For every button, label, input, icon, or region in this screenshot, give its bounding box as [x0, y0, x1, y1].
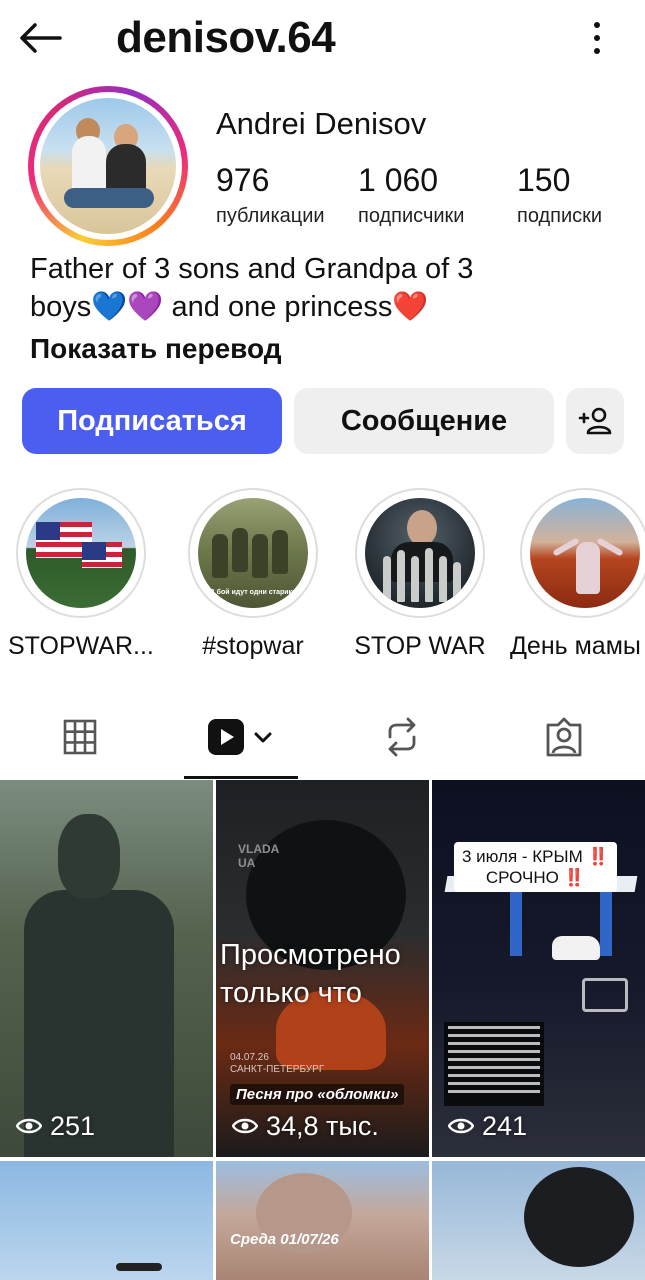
view-count: 34,8 тыс.	[232, 1110, 379, 1142]
bio: Father of 3 sons and Grandpa of 3 boys💙💜…	[30, 250, 630, 326]
video-date-text: 04.07.26 САНКТ-ПЕТЕРБУРГ	[230, 1052, 325, 1075]
view-count: 251	[16, 1110, 95, 1142]
posts-count-label: публикации	[216, 205, 325, 227]
tab-posts[interactable]	[40, 706, 120, 768]
highlight-label: STOPWAR...	[8, 632, 154, 660]
view-count-value: 241	[482, 1111, 528, 1141]
tab-reposts[interactable]	[362, 706, 442, 768]
highlight-cover	[26, 498, 136, 608]
follow-button[interactable]: Подписаться	[22, 388, 282, 454]
repost-icon	[388, 717, 416, 757]
song-title: Песня про «обломки»	[230, 1084, 405, 1105]
add-user-icon	[578, 407, 612, 435]
highlight-label: День мамы	[510, 632, 641, 660]
highlight-caption: В бой идут одни старики	[209, 589, 297, 596]
recently-viewed-label: Просмотрено только что	[220, 939, 401, 1009]
highlight-label: STOP WAR	[354, 632, 486, 660]
arrow-left-icon	[20, 23, 62, 53]
view-count-value: 251	[50, 1111, 96, 1141]
news-headline: 3 июля - КРЫМ ‼️ СРОЧНО ‼️	[454, 842, 617, 892]
more-options-button[interactable]	[587, 18, 607, 58]
tagged-icon	[546, 717, 582, 757]
active-tab-indicator	[184, 776, 298, 779]
embedded-post-text	[444, 1022, 544, 1106]
posts-count-value: 976	[216, 162, 270, 198]
more-vertical-icon	[594, 22, 600, 28]
followers-count-label: подписчики	[358, 205, 465, 227]
video-date-label: Среда 01/07/26	[230, 1231, 339, 1248]
avatar	[40, 98, 176, 234]
reel-thumbnail[interactable]: VLADA UA Просмотрено только что 04.07.26…	[216, 780, 429, 1157]
followers-count[interactable]: 1 060 подписчики	[358, 160, 464, 230]
reel-thumbnail[interactable]: 3 июля - КРЫМ ‼️ СРОЧНО ‼️ 241	[432, 780, 645, 1157]
highlight-cover: В бой идут одни старики	[198, 498, 308, 608]
bio-line: Father of 3 sons and Grandpa of 3	[30, 253, 474, 285]
following-count-label: подписки	[517, 205, 603, 227]
profile-tabs	[0, 706, 645, 779]
profile-username: denisov.64	[116, 13, 336, 62]
view-count: 241	[448, 1110, 527, 1142]
reel-thumbnail[interactable]: Среда 01/07/26	[216, 1161, 429, 1280]
reel-thumbnail[interactable]: 251	[0, 780, 213, 1157]
tab-tagged[interactable]	[524, 706, 604, 768]
bio-line: boys💙💜 and one princess❤️	[30, 291, 429, 323]
grid-icon	[63, 719, 97, 755]
eye-icon	[448, 1118, 474, 1134]
eye-icon	[232, 1118, 258, 1134]
avatar-story-ring[interactable]	[28, 86, 188, 246]
followers-count-value: 1 060	[358, 162, 439, 198]
view-count-value: 34,8 тыс.	[266, 1111, 379, 1141]
reels-icon	[208, 719, 272, 755]
watermark-text: VLADA UA	[238, 842, 280, 870]
highlight-cover	[365, 498, 475, 608]
eye-icon	[16, 1118, 42, 1134]
reels-grid: 251 VLADA UA Просмотрено только что 04.0…	[0, 780, 645, 1280]
top-bar: denisov.64	[0, 0, 645, 80]
highlight-label: #stopwar	[202, 632, 304, 660]
following-count-value: 150	[517, 162, 571, 198]
posts-count[interactable]: 976 публикации	[216, 160, 325, 230]
tab-reels[interactable]	[184, 706, 298, 768]
reel-thumbnail[interactable]	[432, 1161, 645, 1280]
highlight-cover	[530, 498, 640, 608]
reel-thumbnail[interactable]	[0, 1161, 213, 1280]
back-button[interactable]	[18, 16, 68, 60]
show-translation-link[interactable]: Показать перевод	[30, 330, 282, 368]
following-count[interactable]: 150 подписки	[517, 160, 602, 230]
suggest-users-button[interactable]	[566, 388, 624, 454]
message-button[interactable]: Сообщение	[294, 388, 554, 454]
display-name: Andrei Denisov	[216, 106, 427, 141]
